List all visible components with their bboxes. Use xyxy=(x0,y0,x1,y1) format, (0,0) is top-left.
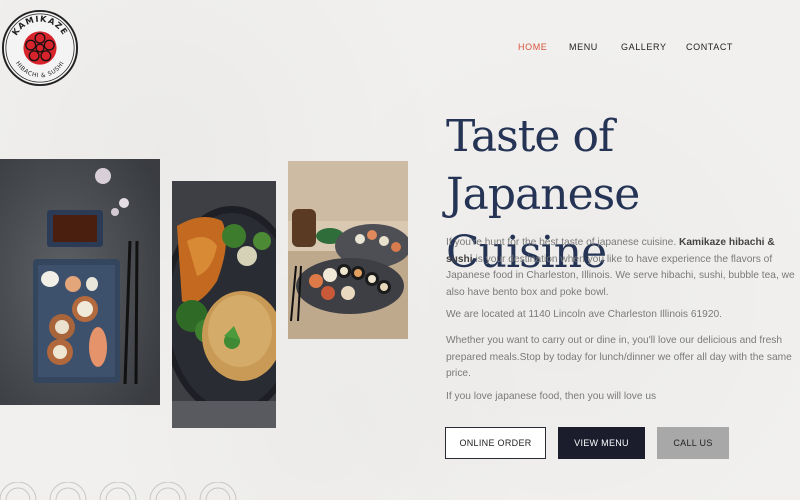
nav-home-link[interactable]: HOME xyxy=(518,42,547,52)
closing-paragraph: If you love japanese food, then you will… xyxy=(446,391,657,402)
location-paragraph: We are located at 1140 Lincoln ave Charl… xyxy=(446,309,722,320)
intro-paragraph: If you're hunt for the best taste of jap… xyxy=(446,235,798,301)
nav-contact-link[interactable]: CONTACT xyxy=(686,42,733,52)
nav-gallery-link[interactable]: GALLERY xyxy=(621,42,667,52)
main-nav: HOME MENU GALLERY CONTACT xyxy=(0,42,800,56)
hero-title-line1: Taste of Japanese xyxy=(446,111,640,220)
call-us-button[interactable]: CALL US xyxy=(657,427,729,459)
view-menu-button[interactable]: VIEW MENU xyxy=(558,427,645,459)
wave-pattern-decoration xyxy=(0,482,237,500)
intro-text-end: is your destination when you like to hav… xyxy=(446,253,795,298)
nav-menu-link[interactable]: MENU xyxy=(569,42,598,52)
sushi-platter-photo xyxy=(0,159,160,405)
dine-paragraph: Whether you want to carry out or dine in… xyxy=(446,335,792,379)
hibachi-chicken-rice-photo xyxy=(172,181,276,428)
intro-text-start: If you're hunt for the best taste of jap… xyxy=(446,237,680,248)
online-order-button[interactable]: ONLINE ORDER xyxy=(445,427,546,459)
sushi-rolls-plate-photo xyxy=(288,161,408,339)
